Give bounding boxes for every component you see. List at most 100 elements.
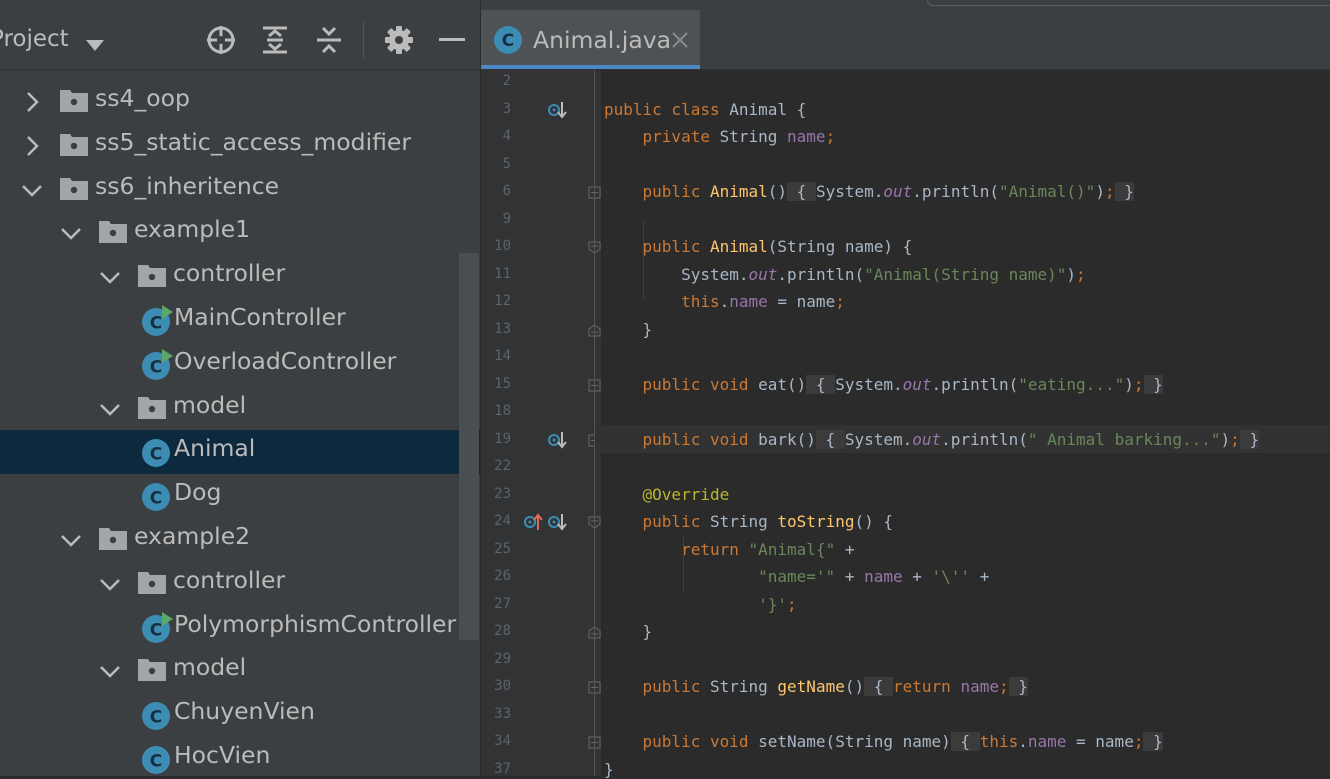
code-token: "eating..."	[1018, 374, 1125, 394]
package-folder-icon	[138, 659, 166, 682]
code-token: toString	[777, 512, 855, 531]
chevron-down-icon[interactable]	[20, 178, 44, 202]
chevron-right-icon[interactable]	[20, 134, 44, 158]
code-token: String	[709, 512, 778, 531]
indent-guide	[683, 563, 684, 593]
chevron-down-icon[interactable]	[59, 528, 83, 552]
tree-item[interactable]: model	[0, 387, 480, 431]
package-folder-icon	[99, 528, 127, 550]
tree-item[interactable]: C ChuyenVien	[0, 693, 480, 737]
code-token: .println(	[912, 182, 999, 201]
chevron-down-icon[interactable]	[59, 221, 83, 245]
search-everywhere-field[interactable]	[927, 0, 1330, 6]
code-token: +	[835, 539, 855, 559]
close-icon[interactable]	[671, 31, 689, 49]
tree-item[interactable]: C Animal	[0, 430, 480, 475]
tree-item-label: Dog	[174, 478, 222, 507]
code-line: public class Animal {	[604, 100, 806, 119]
tree-item-label: OverloadController	[174, 346, 397, 375]
chevron-down-icon[interactable]	[98, 265, 122, 289]
code-line: public void setName(String name) { this.…	[604, 732, 1163, 751]
code-token: {	[787, 182, 816, 201]
chevron-down-icon[interactable]	[98, 397, 122, 421]
code-token: name	[864, 567, 903, 586]
code-token: ()	[767, 182, 788, 201]
class-icon: C	[142, 702, 170, 731]
tree-item-label: example1	[134, 215, 251, 244]
chevron-down-icon[interactable]	[98, 572, 122, 596]
expand-all-icon[interactable]	[259, 24, 291, 56]
svg-text:C: C	[502, 31, 514, 51]
tree-item-label: Animal	[174, 434, 256, 463]
class-icon: C	[494, 26, 522, 54]
code-token: private	[642, 127, 720, 146]
code-token: ;	[835, 292, 845, 311]
code-view[interactable]: public class Animal { private String nam…	[481, 70, 1330, 779]
code-token: )	[1124, 374, 1134, 394]
code-line: public Animal() { System.out.println("An…	[604, 182, 1134, 201]
code-token: out	[902, 374, 932, 394]
tree-item[interactable]: ss5_static_access_modifier	[0, 124, 480, 168]
runnable-class-icon: C	[142, 348, 173, 380]
code-token: " Animal barking..."	[1027, 429, 1221, 449]
chevron-down-icon[interactable]	[98, 659, 122, 683]
code-token: System.	[844, 429, 913, 449]
code-token: '\''	[931, 567, 971, 586]
code-token: Animal	[709, 182, 768, 201]
chevron-right-icon[interactable]	[20, 90, 44, 114]
code-line: }	[604, 622, 653, 641]
project-view-title[interactable]: Project	[0, 26, 69, 52]
code-line: "name='" + name + '\'' +	[604, 567, 989, 586]
tree-item[interactable]: C PolymorphismController	[0, 606, 480, 650]
svg-text:C: C	[150, 708, 162, 728]
tree-item-label: ChuyenVien	[174, 697, 315, 726]
code-token: ;	[1133, 374, 1144, 394]
code-token: this	[979, 732, 1019, 751]
code-token: ()	[844, 677, 865, 696]
tree-item[interactable]: example2	[0, 518, 480, 562]
collapse-all-icon[interactable]	[313, 24, 345, 56]
runnable-class-icon: C	[142, 611, 173, 643]
tree-item[interactable]: C Dog	[0, 474, 480, 518]
code-token: )	[1095, 182, 1105, 201]
tree-item[interactable]: ss4_oop	[0, 80, 480, 124]
code-token: @Override	[642, 484, 730, 504]
tree-item[interactable]: ss6_inheritence	[0, 168, 480, 212]
code-token: '}'	[758, 594, 788, 614]
code-token: System.	[815, 182, 884, 201]
crosshair-icon[interactable]	[205, 24, 237, 56]
project-scrollbar-thumb[interactable]	[459, 253, 479, 640]
tab-animal-java[interactable]: C Animal.java	[481, 10, 700, 69]
tree-item[interactable]: example1	[0, 211, 480, 255]
code-line: public String getName() { return name; }	[604, 677, 1028, 696]
code-token: .println(	[777, 264, 865, 284]
minimize-icon[interactable]	[436, 24, 468, 56]
code-token: = name	[1066, 732, 1134, 751]
tree-item[interactable]: C HocVien	[0, 737, 480, 776]
code-line: System.out.println("Animal(String name)"…	[604, 265, 1086, 284]
tree-item[interactable]: C OverloadController	[0, 343, 480, 387]
code-line: public Animal(String name) {	[604, 237, 913, 256]
gear-icon[interactable]	[383, 24, 415, 56]
class-icon: C	[142, 439, 170, 468]
code-token: public	[642, 512, 710, 531]
tree-item[interactable]: controller	[0, 255, 480, 299]
chevron-down-icon[interactable]	[82, 32, 108, 58]
code-token: ;	[1076, 264, 1086, 284]
toolbar-separator	[363, 22, 364, 58]
code-token: )	[1220, 429, 1231, 449]
tree-item[interactable]: controller	[0, 562, 480, 606]
code-line: private String name;	[604, 127, 836, 146]
tree-item-label: ss4_oop	[95, 84, 190, 112]
code-token: return	[893, 677, 961, 696]
code-token: System.	[604, 264, 749, 284]
tree-item[interactable]: C MainController	[0, 299, 480, 343]
tree-item[interactable]: model	[0, 649, 480, 693]
project-toolbar: Project	[0, 10, 480, 70]
code-token: name	[1027, 732, 1067, 751]
